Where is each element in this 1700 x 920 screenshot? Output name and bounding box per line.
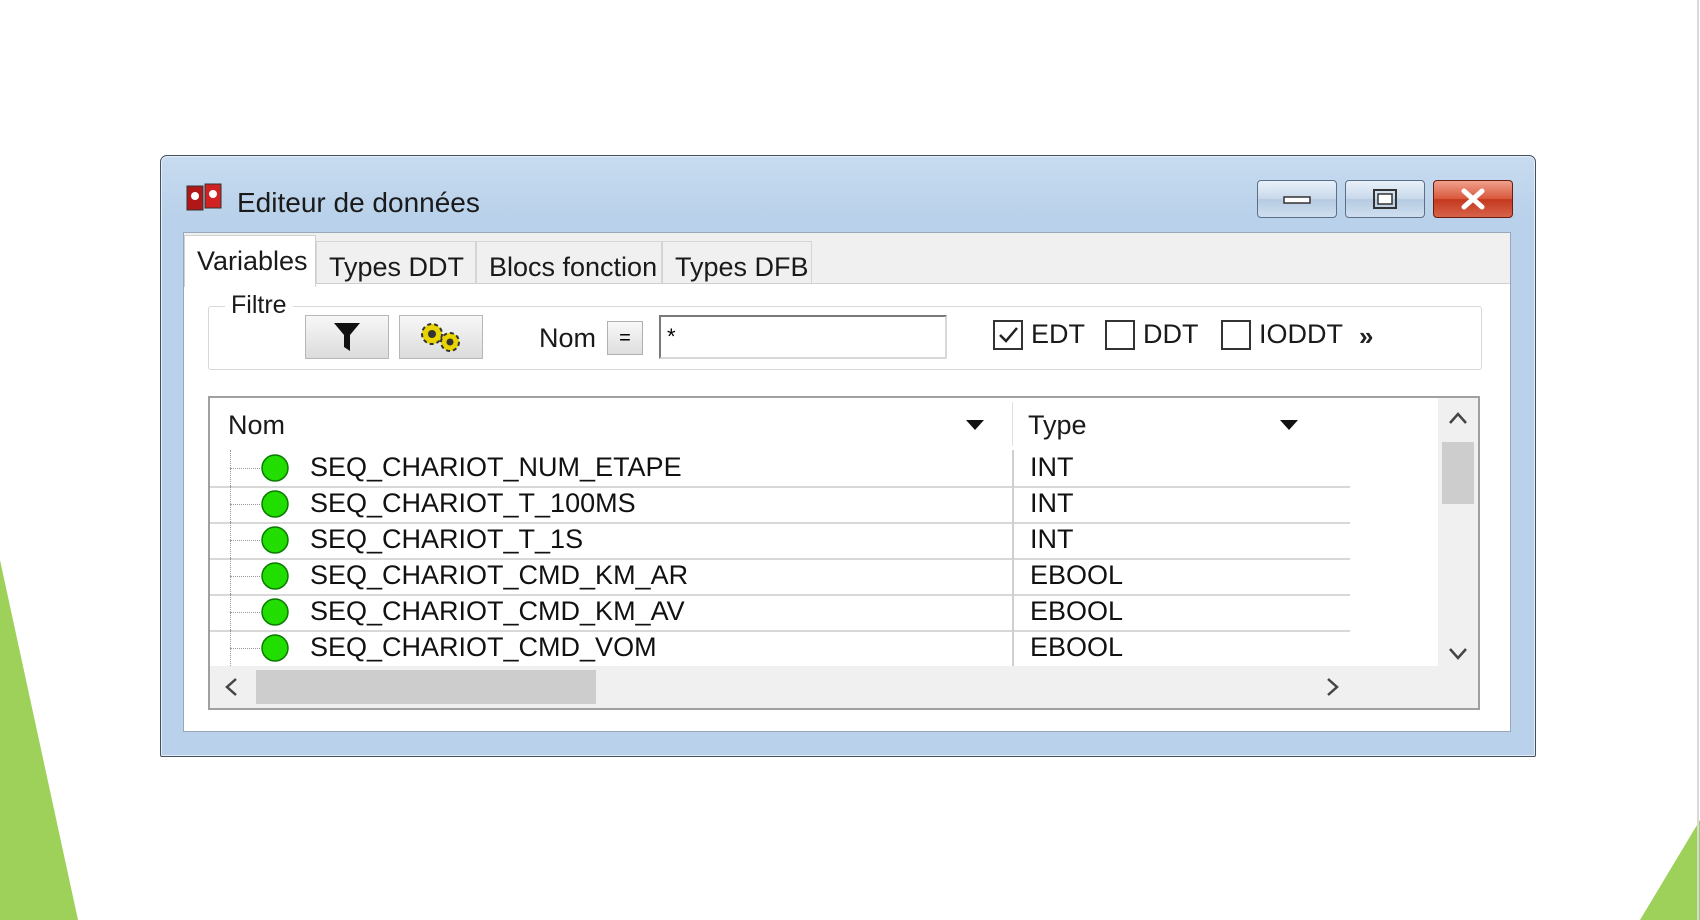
tree-line — [230, 468, 260, 469]
column-divider — [1012, 402, 1013, 446]
funnel-icon — [334, 323, 360, 351]
variables-grid: Nom Type SEQ_CHARIOT_NUM_ETAPE INT SEQ_C… — [208, 396, 1480, 710]
variable-type: INT — [1030, 452, 1074, 482]
checkmark-icon — [999, 326, 1018, 343]
variable-type: INT — [1030, 524, 1074, 554]
checkbox-label: DDT — [1143, 319, 1199, 349]
window-client-area: Variables Types DDT Blocs fonction Types… — [183, 232, 1511, 732]
name-filter-input[interactable] — [659, 315, 947, 359]
variable-type: INT — [1030, 488, 1074, 518]
name-filter-label: Nom — [539, 323, 597, 353]
column-dropdown-icon[interactable] — [1280, 420, 1298, 430]
tab-label: Variables — [197, 246, 308, 276]
minimize-button[interactable] — [1257, 180, 1337, 218]
column-header-type[interactable]: Type — [1028, 398, 1087, 450]
checkbox-label: EDT — [1031, 319, 1085, 349]
app-icon — [186, 183, 222, 211]
tree-line — [230, 540, 260, 541]
title-bar[interactable]: Editeur de données — [161, 156, 1535, 226]
edt-checkbox[interactable]: EDT — [993, 319, 1085, 350]
column-dropdown-icon[interactable] — [966, 420, 984, 430]
variable-status-icon — [261, 454, 289, 482]
ioddt-checkbox[interactable]: IODDT — [1221, 319, 1343, 350]
variable-name: SEQ_CHARIOT_T_100MS — [310, 488, 636, 518]
filter-settings-button[interactable] — [399, 315, 483, 359]
apply-filter-button[interactable] — [305, 315, 389, 359]
gears-icon — [421, 323, 460, 352]
variable-status-icon — [261, 598, 289, 626]
variable-type: EBOOL — [1030, 560, 1124, 590]
ddt-checkbox[interactable]: DDT — [1105, 319, 1199, 350]
tab-variables[interactable]: Variables — [184, 235, 316, 287]
table-row[interactable]: SEQ_CHARIOT_T_1S INT — [210, 522, 1350, 560]
column-divider — [1012, 522, 1014, 558]
variable-name: SEQ_CHARIOT_CMD_KM_AV — [310, 596, 685, 626]
checkbox-label: IODDT — [1259, 319, 1343, 349]
tab-label: Types DDT — [329, 252, 465, 282]
column-divider — [1012, 594, 1014, 630]
variable-name: SEQ_CHARIOT_CMD_VOM — [310, 632, 657, 662]
window-title: Editeur de données — [237, 187, 480, 218]
scroll-down-icon[interactable] — [1448, 640, 1468, 668]
table-row[interactable]: SEQ_CHARIOT_CMD_KM_AV EBOOL — [210, 594, 1350, 632]
table-row[interactable]: SEQ_CHARIOT_T_100MS INT — [210, 486, 1350, 524]
vertical-scrollbar[interactable] — [1438, 398, 1478, 666]
column-divider — [1012, 450, 1014, 486]
scroll-right-icon[interactable] — [1326, 676, 1340, 704]
filter-legend: Filtre — [225, 291, 293, 320]
tab-types-ddt[interactable]: Types DDT — [316, 241, 476, 285]
tab-label: Blocs fonction — [489, 252, 658, 282]
variable-status-icon — [261, 490, 289, 518]
table-row[interactable]: SEQ_CHARIOT_CMD_VOM EBOOL — [210, 630, 1350, 666]
tree-line — [230, 612, 260, 613]
tab-label: Types DFB — [675, 252, 809, 282]
scroll-left-icon[interactable] — [224, 676, 238, 704]
column-header-nom[interactable]: Nom — [228, 398, 285, 450]
table-row[interactable]: SEQ_CHARIOT_NUM_ETAPE INT — [210, 450, 1350, 488]
grid-header: Nom Type — [210, 398, 1350, 450]
checkbox-box — [1221, 319, 1251, 350]
variable-name: SEQ_CHARIOT_NUM_ETAPE — [310, 452, 682, 482]
operator-button[interactable]: = — [607, 321, 643, 355]
tab-blocs-fonction[interactable]: Blocs fonction — [476, 241, 662, 285]
variable-type: EBOOL — [1030, 632, 1124, 662]
variable-type: EBOOL — [1030, 596, 1124, 626]
variable-status-icon — [261, 634, 289, 662]
close-button[interactable] — [1433, 180, 1513, 218]
variable-name: SEQ_CHARIOT_T_1S — [310, 524, 584, 554]
table-row[interactable]: SEQ_CHARIOT_CMD_KM_AR EBOOL — [210, 558, 1350, 596]
data-editor-window: Editeur de données Variables Types DDT B… — [160, 155, 1536, 757]
tree-line — [230, 648, 260, 649]
minimize-icon — [1283, 196, 1311, 204]
column-divider — [1012, 630, 1014, 666]
more-options-button[interactable]: » — [1359, 321, 1373, 352]
close-icon — [1461, 188, 1485, 210]
horizontal-scroll-thumb[interactable] — [256, 670, 596, 704]
variables-panel: Filtre Nom = EDT — [184, 283, 1510, 731]
variable-status-icon — [261, 562, 289, 590]
tree-line — [230, 504, 260, 505]
tree-line — [230, 576, 260, 577]
column-divider — [1012, 486, 1014, 522]
maximize-icon — [1373, 189, 1397, 209]
filter-group: Filtre Nom = EDT — [208, 291, 1482, 370]
vertical-scroll-thumb[interactable] — [1442, 442, 1474, 504]
variable-name: SEQ_CHARIOT_CMD_KM_AR — [310, 560, 689, 590]
variable-status-icon — [261, 526, 289, 554]
tab-types-dfb[interactable]: Types DFB — [662, 241, 812, 285]
checkbox-box — [1105, 319, 1135, 350]
column-divider — [1012, 558, 1014, 594]
horizontal-scrollbar[interactable] — [210, 666, 1478, 708]
checkbox-box — [993, 319, 1023, 350]
maximize-button[interactable] — [1345, 180, 1425, 218]
scroll-up-icon[interactable] — [1448, 404, 1468, 432]
